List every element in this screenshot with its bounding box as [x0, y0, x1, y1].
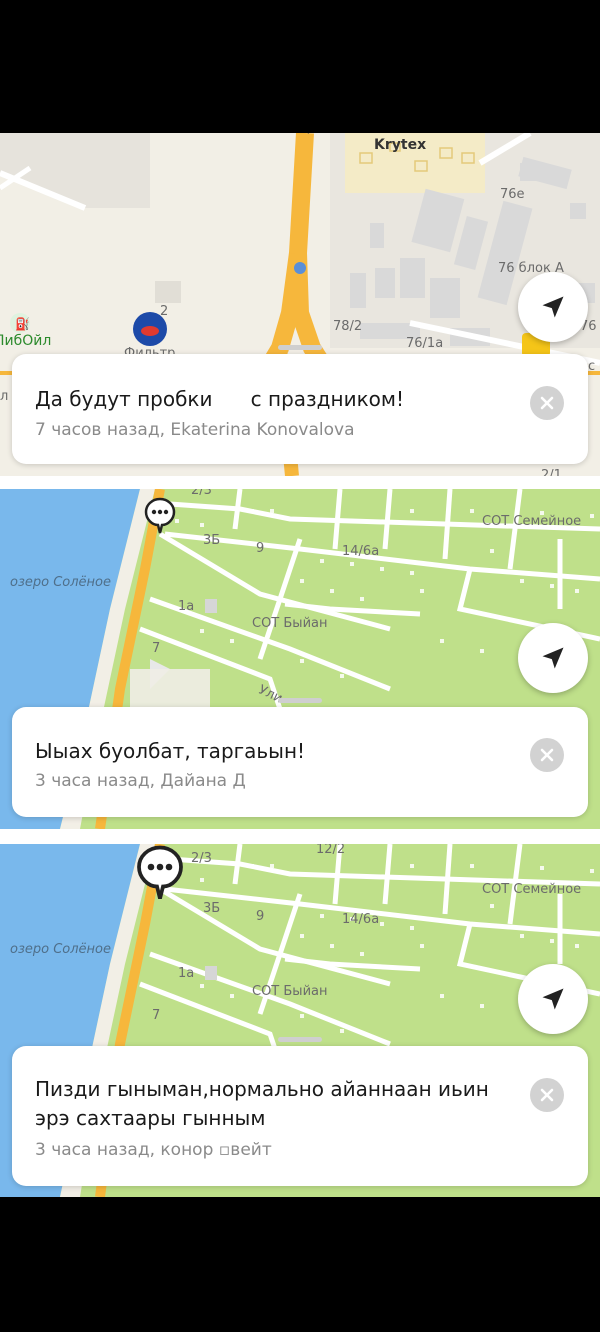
my-location-button[interactable]: [518, 272, 588, 342]
map-label-side-l: л: [0, 389, 9, 404]
map-label-782: 78/2: [333, 319, 363, 334]
my-location-button[interactable]: [518, 623, 588, 693]
comment-card[interactable]: Пизди гыныман,нормально айаннаан иьин эр…: [12, 1037, 588, 1186]
map-label-lake: озеро Солёное: [10, 942, 111, 957]
map-label-9: 9: [256, 909, 265, 924]
map-label-sot-sem: СОТ Семейное: [482, 882, 582, 897]
map-label-23: 2/3: [191, 851, 212, 866]
comment-meta: 3 часа назад, конор ▫вейт: [35, 1140, 272, 1160]
comment-text: Пизди гыныман,нормально айаннаан иьин эр…: [35, 1077, 489, 1130]
drag-handle[interactable]: [278, 1037, 322, 1042]
comment-meta: 3 часа назад, Дайана Д: [35, 771, 246, 791]
close-button[interactable]: [530, 1078, 564, 1112]
map-label-3b: 3Б: [203, 901, 221, 916]
map-label-122: 12/2: [316, 844, 346, 857]
map-label-7: 7: [152, 1008, 161, 1023]
svg-text:⛽: ⛽: [15, 317, 30, 331]
navigation-arrow-icon: [542, 296, 564, 318]
map-label-761a: 76/1а: [406, 336, 444, 351]
map-label-side-c: с: [588, 359, 596, 374]
comment-pin-icon[interactable]: [144, 497, 176, 535]
close-button[interactable]: [530, 386, 564, 420]
comment-text: Ыыах буолбат, таргаьын!: [35, 739, 306, 763]
drag-handle[interactable]: [278, 698, 322, 703]
map-label-sot-byi: СОТ Быйан: [252, 616, 328, 631]
close-icon: [540, 396, 554, 410]
navigation-arrow-icon: [542, 988, 564, 1010]
map-label-21: 2/1: [541, 468, 562, 476]
map-label-146a: 14/6а: [342, 544, 380, 559]
map-label-sot-sem: СОТ Семейное: [482, 514, 582, 529]
close-icon: [540, 748, 554, 762]
map-label-lake: озеро Солёное: [10, 575, 111, 590]
comment-card[interactable]: Да будут пробки с праздником! 7 часов на…: [12, 345, 588, 464]
map-panel-1: ⛽ Krytex 76е 76 блок А 2 78/2 76/1а 76 Л…: [0, 133, 600, 476]
comment-pin-icon[interactable]: [136, 844, 184, 902]
separator: [0, 476, 600, 489]
map-label-sot-byi: СОТ Быйан: [252, 984, 328, 999]
separator: [0, 829, 600, 844]
my-location-button[interactable]: [518, 964, 588, 1034]
map-panel-3: озеро Солёное 2/3 12/2 3Б 9 14/6а СОТ Се…: [0, 844, 600, 1197]
map-label-1a: 1а: [178, 599, 195, 614]
drag-handle[interactable]: [278, 345, 322, 350]
comment-meta: 7 часов назад, Ekaterina Konovalova: [35, 420, 355, 440]
map-label-76e: 76е: [500, 187, 525, 202]
navigation-arrow-icon: [542, 647, 564, 669]
close-button[interactable]: [530, 738, 564, 772]
map-label-7: 7: [152, 641, 161, 656]
comment-text: Да будут пробки с праздником!: [35, 387, 404, 411]
close-icon: [540, 1088, 554, 1102]
comment-card[interactable]: Ыыах буолбат, таргаьын! 3 часа назад, Да…: [12, 698, 588, 817]
map-label-146a: 14/6а: [342, 912, 380, 927]
map-label-1a: 1а: [178, 966, 195, 981]
map-label-3b: 3Б: [203, 533, 221, 548]
map-label-2: 2: [160, 304, 169, 319]
map-label-brand: Krytex: [374, 137, 427, 153]
map-panel-2: озеро Солёное 2/3 3Б 9 14/6а СОТ Семейно…: [0, 489, 600, 829]
map-label-23: 2/3: [191, 489, 212, 498]
map-label-9: 9: [256, 541, 265, 556]
map-label-fuel: ЛибОйл: [0, 333, 52, 349]
